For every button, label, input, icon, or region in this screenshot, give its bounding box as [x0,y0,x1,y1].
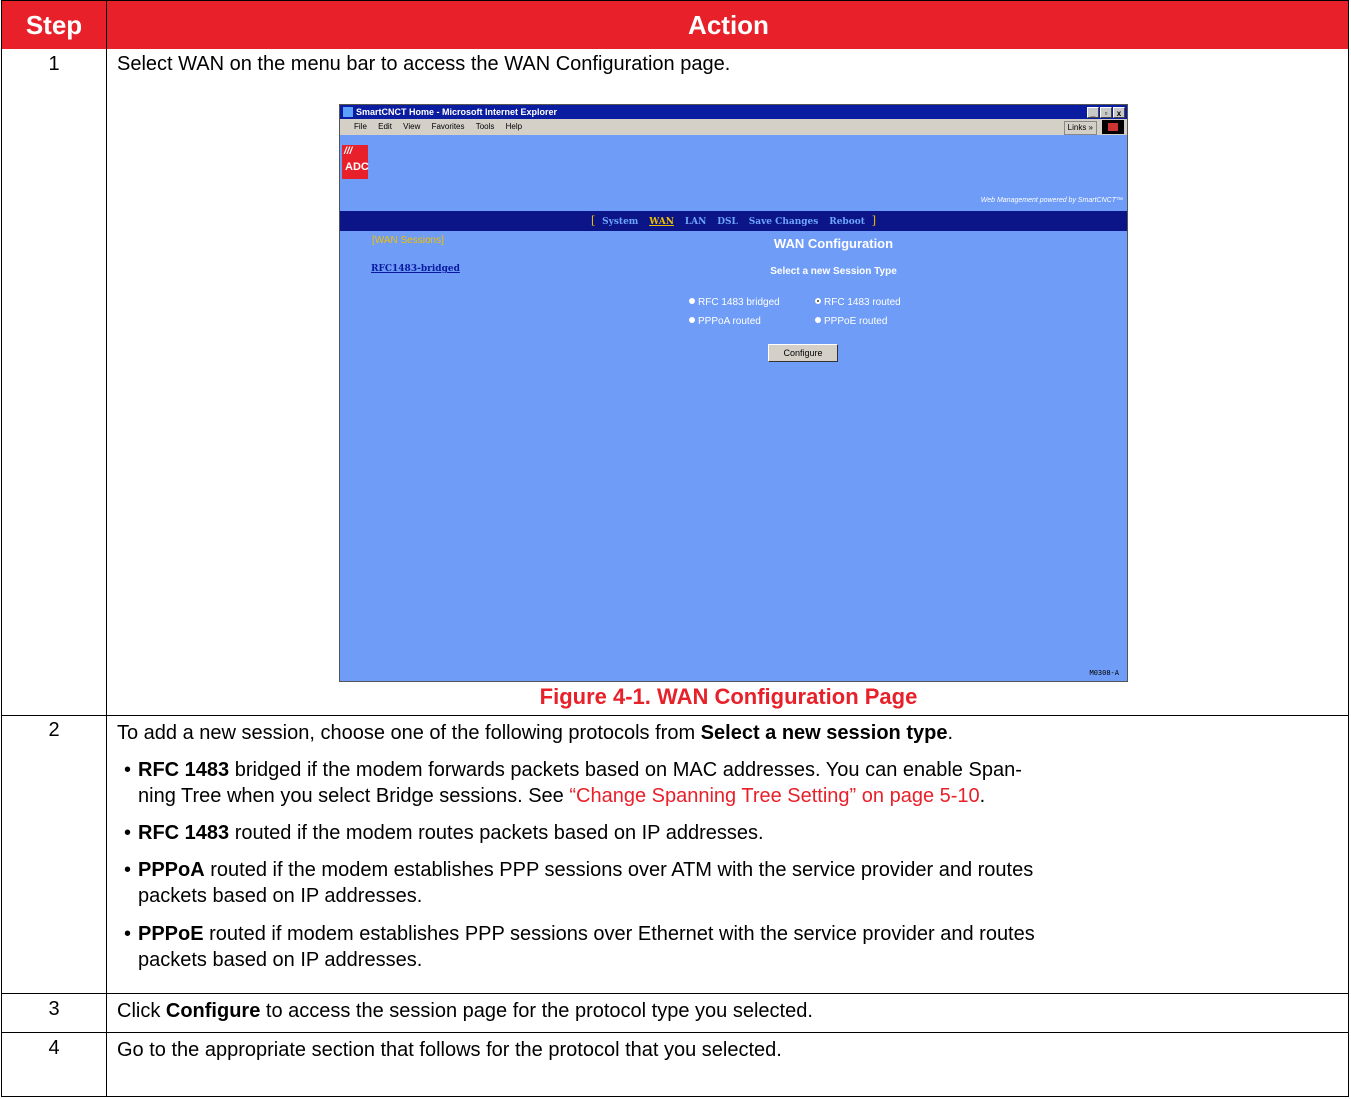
nav-system[interactable]: System [602,217,638,227]
minimize-icon[interactable]: _ [1087,107,1099,118]
row-divider [2,993,1348,994]
bullet-text: packets based on IP addresses. [138,885,423,907]
session-type-subtitle: Select a new Session Type [770,266,897,277]
nav-lan[interactable]: LAN [685,217,707,227]
adc-logo: /// ADC [342,145,369,179]
radio-rfc1483-routed[interactable]: RFC 1483 routed [815,297,901,308]
radio-selected-icon [815,298,821,305]
bullet-icon: • [124,859,132,881]
row-divider [2,715,1348,716]
radio-icon [815,317,821,324]
step-number-2: 2 [48,719,60,741]
maximize-icon[interactable]: ▫ [1100,107,1112,118]
browser-menu-bar: File Edit View Favorites Tools Help Link… [340,119,1127,135]
logo-text: ADC [345,161,369,173]
wan-config-screenshot: SmartCNCT Home - Microsoft Internet Expl… [339,104,1128,682]
nav-reboot[interactable]: Reboot [829,217,865,227]
radio-rfc1483-bridged[interactable]: RFC 1483 bridged [689,297,780,308]
figure-caption: Figure 4-1. WAN Configuration Page [539,684,918,709]
bullet-text: bridged if the modem forwards packets ba… [229,759,1022,781]
step-4-text: Go to the appropriate section that follo… [117,1039,782,1061]
bullet-text: packets based on IP addresses. [138,949,423,971]
step-3-text: Click Configure to access the session pa… [117,998,813,1024]
window-title: SmartCNCT Home - Microsoft Internet Expl… [356,107,558,117]
bullet-text: routed if the modem establishes PPP sess… [204,859,1034,881]
step-2-intro: To add a new session, choose one of the … [117,720,953,746]
bullet-icon: • [124,822,132,844]
bullet-bold: RFC 1483 [138,822,230,844]
ie-icon [343,107,353,117]
menu-tools[interactable]: Tools [476,122,495,131]
bullet-pppoe: • PPPoE routed if modem establishes PPP … [124,921,1338,973]
step-3-bold: Configure [165,1000,261,1022]
page-title: WAN Configuration [773,236,894,251]
links-button[interactable]: Links » [1063,121,1097,135]
row-divider [2,1032,1348,1033]
step-number-4: 4 [48,1037,60,1059]
intro-bold: Select a new session type [700,722,948,744]
intro-text: To add a new session, choose one of the … [117,722,701,744]
radio-label: PPPoE routed [824,316,888,327]
nav-wan[interactable]: WAN [649,217,674,227]
bullet-bold: PPPoA [138,859,205,881]
bullet-pppoa: • PPPoA routed if the modem establishes … [124,857,1338,909]
header-step: Step [25,10,83,40]
bullet-rfc1483-routed: • RFC 1483 routed if the modem routes pa… [124,820,1338,846]
bullet-icon: • [124,923,132,945]
nav-bracket-open: [ [590,214,596,227]
top-nav: [ System WAN LAN DSL Save Changes Reboot… [340,211,1127,231]
step-1-text: Select WAN on the menu bar to access the… [117,53,731,75]
close-icon[interactable]: x [1113,107,1125,118]
step-3-post: to access the session page for the proto… [260,1000,813,1022]
nav-bracket-close: ] [871,214,877,227]
nav-dsl[interactable]: DSL [717,217,738,227]
powered-by: Web Management powered by SmartCNCT™ [980,197,1123,204]
nav-save-changes[interactable]: Save Changes [749,217,819,227]
bullet-text: routed if the modem routes packets based… [229,822,764,844]
windows-logo-icon [1102,120,1124,134]
menu-favorites[interactable]: Favorites [432,122,465,131]
radio-label: PPPoA routed [698,316,761,327]
logo-slashes: /// [344,146,353,157]
configure-button[interactable]: Configure [768,344,838,362]
figure-id: M0308-A [1089,669,1119,677]
bullet-text: . [979,785,986,807]
radio-icon [689,298,695,305]
radio-label: RFC 1483 bridged [698,297,780,308]
bullet-rfc1483-bridged: • RFC 1483 bridged if the modem forwards… [124,757,1338,809]
table-header: Step Action [2,1,1348,49]
menu-file[interactable]: File [354,122,367,131]
menu-view[interactable]: View [403,122,420,131]
bullet-text: routed if modem establishes PPP sessions… [203,923,1035,945]
bullet-bold: PPPoE [138,923,204,945]
xref-link[interactable]: “Change Spanning Tree Setting” on page 5… [569,785,979,807]
bullet-text: ning Tree when you select Bridge session… [138,785,570,807]
bullet-bold: RFC 1483 [138,759,230,781]
header-action: Action [688,10,769,40]
bullet-icon: • [124,759,132,781]
radio-label: RFC 1483 routed [824,297,901,308]
intro-end: . [947,722,954,744]
window-titlebar: SmartCNCT Home - Microsoft Internet Expl… [340,105,1127,119]
step-3-pre: Click [117,1000,166,1022]
radio-pppoe-routed[interactable]: PPPoE routed [815,316,887,327]
menu-help[interactable]: Help [506,122,522,131]
radio-icon [689,317,695,324]
step-number-3: 3 [48,998,60,1020]
step-number-1: 1 [48,53,60,75]
procedure-table: Step Action 1 Select WAN on the menu bar… [1,0,1349,1097]
radio-pppoa-routed[interactable]: PPPoA routed [689,316,761,327]
column-divider [106,1,107,1096]
menu-edit[interactable]: Edit [378,122,392,131]
